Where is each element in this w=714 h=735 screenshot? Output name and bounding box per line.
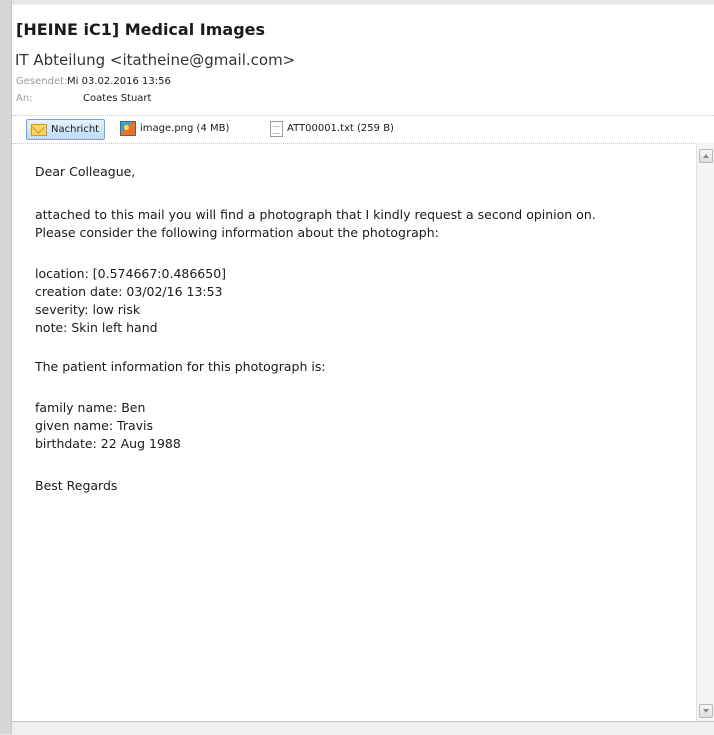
horizontal-scrollbar[interactable]	[12, 721, 714, 735]
attachment-image[interactable]: image.png (4 MB)	[120, 119, 229, 138]
sent-value: Mi 03.02.2016 13:56	[67, 76, 171, 87]
attachment-label: image.png (4 MB)	[140, 123, 230, 134]
vertical-scrollbar[interactable]	[696, 143, 714, 721]
body-line: creation date: 03/02/16 13:53	[35, 284, 223, 299]
scroll-up-button[interactable]	[699, 149, 713, 163]
text-file-icon	[270, 120, 283, 137]
body-line: severity: low risk	[35, 302, 141, 317]
sent-label: Gesendet:	[16, 76, 68, 87]
attachment-label: Nachricht	[51, 124, 100, 135]
body-line: Dear Colleague,	[35, 164, 136, 179]
attachment-bar: Nachricht image.png (4 MB) ATT00001.txt …	[12, 115, 714, 144]
body-line: birthdate: 22 Aug 1988	[35, 436, 181, 451]
envelope-icon	[31, 123, 47, 136]
recipient-value[interactable]: Coates Stuart	[83, 93, 151, 104]
attachment-message-tab[interactable]: Nachricht	[26, 119, 106, 140]
scroll-down-button[interactable]	[699, 704, 713, 718]
body-line: attached to this mail you will find a ph…	[35, 207, 596, 222]
recipient-label: An:	[16, 93, 33, 104]
body-line: family name: Ben	[35, 400, 146, 415]
attachment-label: ATT00001.txt (259 B)	[287, 123, 394, 134]
attachment-text-file[interactable]: ATT00001.txt (259 B)	[268, 119, 394, 138]
message-body[interactable]: Dear Colleague, attached to this mail yo…	[12, 143, 702, 721]
body-line: location: [0.574667:0.486650]	[35, 266, 227, 281]
image-file-icon	[120, 121, 136, 136]
email-subject: [HEINE iC1] Medical Images	[16, 20, 266, 39]
email-sender[interactable]: IT Abteilung <itatheine@gmail.com>	[15, 51, 295, 69]
body-line: Best Regards	[35, 478, 118, 493]
body-line: The patient information for this photogr…	[35, 359, 326, 374]
body-line: given name: Travis	[35, 418, 154, 433]
body-line: Please consider the following informatio…	[35, 225, 439, 240]
window-left-edge	[0, 0, 12, 734]
body-line: note: Skin left hand	[35, 320, 158, 335]
